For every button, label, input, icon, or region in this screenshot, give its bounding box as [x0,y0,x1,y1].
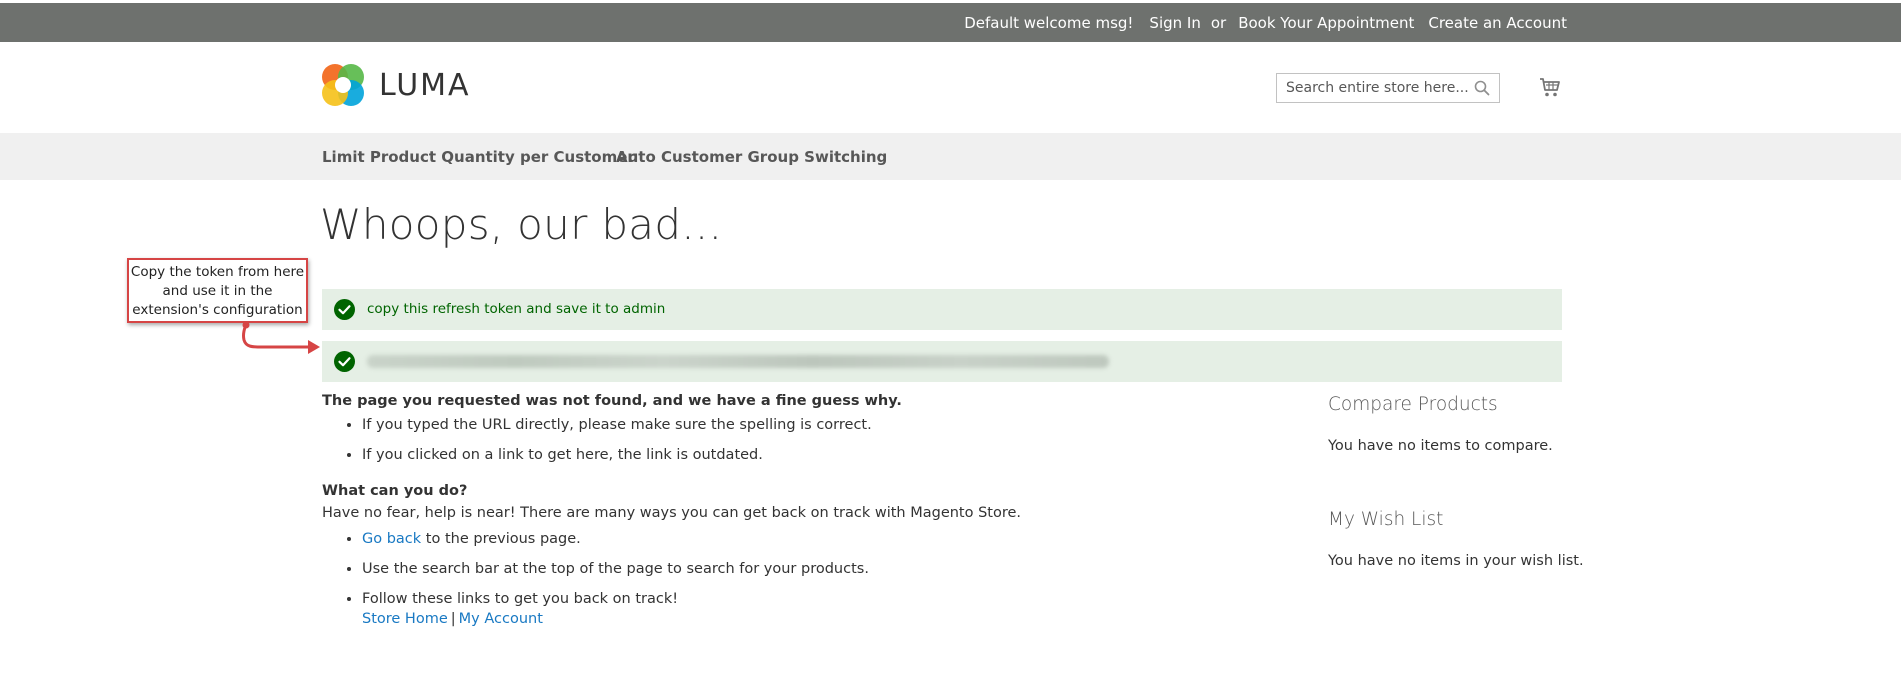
follow-links-text: Follow these links to get you back on tr… [362,591,679,607]
list-item: Go back to the previous page. [362,529,1022,549]
callout-line: and use it in the [162,283,273,299]
search-input[interactable] [1277,74,1476,102]
callout-line: extension's configuration [132,302,303,318]
actions-list: Go back to the previous page. Use the se… [322,529,1022,629]
help-text: Have no fear, help is near! There are ma… [322,505,1022,521]
nav-item-auto-customer-group[interactable]: Auto Customer Group Switching [616,148,887,166]
success-message: copy this refresh token and save it to a… [322,289,1562,330]
list-item: If you clicked on a link to get here, th… [362,445,1022,465]
annotation-callout: Copy the token from here and use it in t… [127,258,308,323]
check-circle-icon [334,351,355,372]
callout-line: Copy the token from here [130,264,305,280]
nav-item-limit-product-quantity[interactable]: Limit Product Quantity per Customer [322,148,635,166]
wishlist-title: My Wish List [1328,509,1444,530]
blurred-refresh-token [367,355,1109,368]
search-form [1276,73,1500,103]
page-title: Whoops, our bad... [320,200,723,249]
welcome-message: Default welcome msg! [964,13,1134,32]
go-back-rest: to the previous page. [421,531,581,547]
what-can-you-do-heading: What can you do? [322,483,468,499]
logo-wordmark[interactable]: LUMA [379,68,471,103]
store-home-link[interactable]: Store Home [362,611,448,627]
search-icon[interactable] [1474,80,1490,96]
book-appointment-link[interactable]: Book Your Appointment [1238,14,1414,32]
not-found-heading: The page you requested was not found, an… [322,393,902,409]
main-navigation: Limit Product Quantity per Customer Auto… [0,133,1901,180]
wishlist-empty-text: You have no items in your wish list. [1328,553,1584,569]
go-back-link[interactable]: Go back [362,531,421,547]
list-item: Use the search bar at the top of the pag… [362,559,1022,579]
not-found-content: The page you requested was not found, an… [322,393,1022,639]
reasons-list: If you typed the URL directly, please ma… [322,415,1022,465]
annotation-arrow [238,321,328,370]
header-links: Default welcome msg! Sign In or Book You… [964,3,1567,42]
my-account-link[interactable]: My Account [459,611,543,627]
list-item: Follow these links to get you back on tr… [362,589,1022,629]
check-circle-icon [334,299,355,320]
success-message-text: copy this refresh token and save it to a… [367,301,666,317]
compare-products-title: Compare Products [1328,394,1498,415]
link-separator: | [450,611,456,627]
create-account-link[interactable]: Create an Account [1428,14,1567,32]
top-panel: Default welcome msg! Sign In or Book You… [0,3,1901,42]
list-item: If you typed the URL directly, please ma… [362,415,1022,435]
luma-logo-icon[interactable] [320,62,366,108]
cart-icon[interactable] [1539,77,1561,99]
compare-empty-text: You have no items to compare. [1328,438,1553,454]
token-message [322,341,1562,382]
or-text: or [1210,13,1227,32]
sign-in-link[interactable]: Sign In [1149,14,1200,32]
